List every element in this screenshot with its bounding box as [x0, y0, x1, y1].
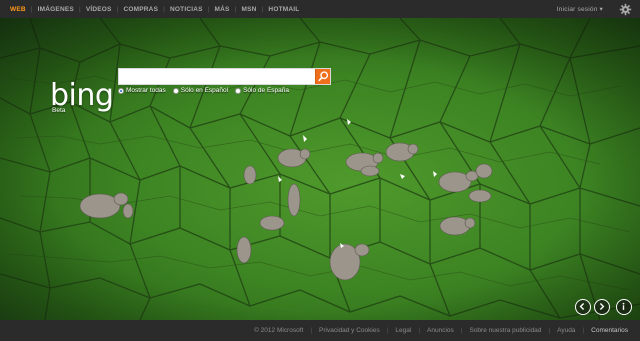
- footer-separator: |: [386, 327, 389, 334]
- footer-separator: |: [418, 327, 421, 334]
- image-info-button[interactable]: [616, 299, 632, 315]
- footer-separator: |: [310, 327, 313, 334]
- nav-separator: |: [207, 5, 210, 13]
- footer: © 2012 Microsoft | Privacidad y Cookies …: [0, 320, 640, 341]
- search-box: [118, 68, 331, 85]
- nav-shopping[interactable]: COMPRAS: [123, 6, 158, 13]
- nav-web[interactable]: WEB: [10, 6, 26, 13]
- nav-separator: |: [261, 5, 264, 13]
- nav-separator: |: [234, 5, 237, 13]
- sign-in-link[interactable]: Iniciar sesión ▾: [557, 5, 603, 13]
- elephants-grassland-image: [0, 18, 640, 320]
- search-button[interactable]: [315, 69, 330, 84]
- option-show-all[interactable]: Mostrar todas: [118, 87, 166, 94]
- chevron-right-icon: [599, 303, 605, 310]
- nav-msn[interactable]: MSN: [241, 6, 256, 13]
- previous-image-button[interactable]: [575, 299, 591, 315]
- option-only-spain[interactable]: Sólo de España: [235, 87, 289, 94]
- magnifier-icon: [318, 71, 329, 82]
- copyright: © 2012 Microsoft: [254, 327, 304, 334]
- footer-link-help[interactable]: Ayuda: [557, 327, 575, 334]
- next-image-button[interactable]: [594, 299, 610, 315]
- option-only-spanish[interactable]: Sólo en Español: [172, 87, 229, 94]
- beta-label: Beta: [52, 107, 66, 114]
- radio-button[interactable]: [235, 87, 242, 94]
- option-label: Mostrar todas: [126, 87, 166, 94]
- nav-separator: |: [163, 5, 165, 13]
- nav-more[interactable]: MÁS: [215, 6, 230, 13]
- background-photo: bing Beta: [0, 18, 640, 320]
- footer-link-about-ads[interactable]: Sobre nuestra publicidad: [469, 327, 541, 334]
- chevron-left-icon: [579, 303, 585, 310]
- nav-news[interactable]: NOTICIAS: [170, 6, 203, 13]
- footer-link-ads[interactable]: Anuncios: [427, 327, 454, 334]
- option-label: Sólo en Español: [180, 87, 229, 94]
- search-scope-options: Mostrar todas Sólo en Español Sólo de Es…: [118, 87, 289, 94]
- nav-images[interactable]: IMÁGENES: [38, 6, 74, 13]
- top-navigation-bar: WEB | IMÁGENES | VÍDEOS | COMPRAS | NOTI…: [0, 0, 640, 18]
- footer-separator: |: [460, 327, 463, 334]
- footer-separator: |: [582, 327, 585, 334]
- search-input[interactable]: [120, 69, 312, 84]
- nav-separator: |: [78, 5, 81, 13]
- scope-nav: WEB | IMÁGENES | VÍDEOS | COMPRAS | NOTI…: [0, 0, 299, 18]
- footer-separator: |: [548, 327, 551, 334]
- radio-button[interactable]: [172, 87, 179, 94]
- info-icon: [622, 302, 625, 310]
- nav-separator: |: [30, 5, 33, 13]
- nav-videos[interactable]: VÍDEOS: [86, 6, 112, 13]
- radio-button-selected[interactable]: [118, 87, 124, 94]
- footer-link-feedback[interactable]: Comentarios: [591, 327, 628, 334]
- nav-hotmail[interactable]: HOTMAIL: [268, 6, 299, 13]
- option-label: Sólo de España: [243, 87, 289, 94]
- gear-icon[interactable]: [619, 3, 632, 16]
- footer-link-privacy[interactable]: Privacidad y Cookies: [319, 327, 380, 334]
- footer-link-legal[interactable]: Legal: [395, 327, 411, 334]
- nav-separator: |: [116, 5, 119, 13]
